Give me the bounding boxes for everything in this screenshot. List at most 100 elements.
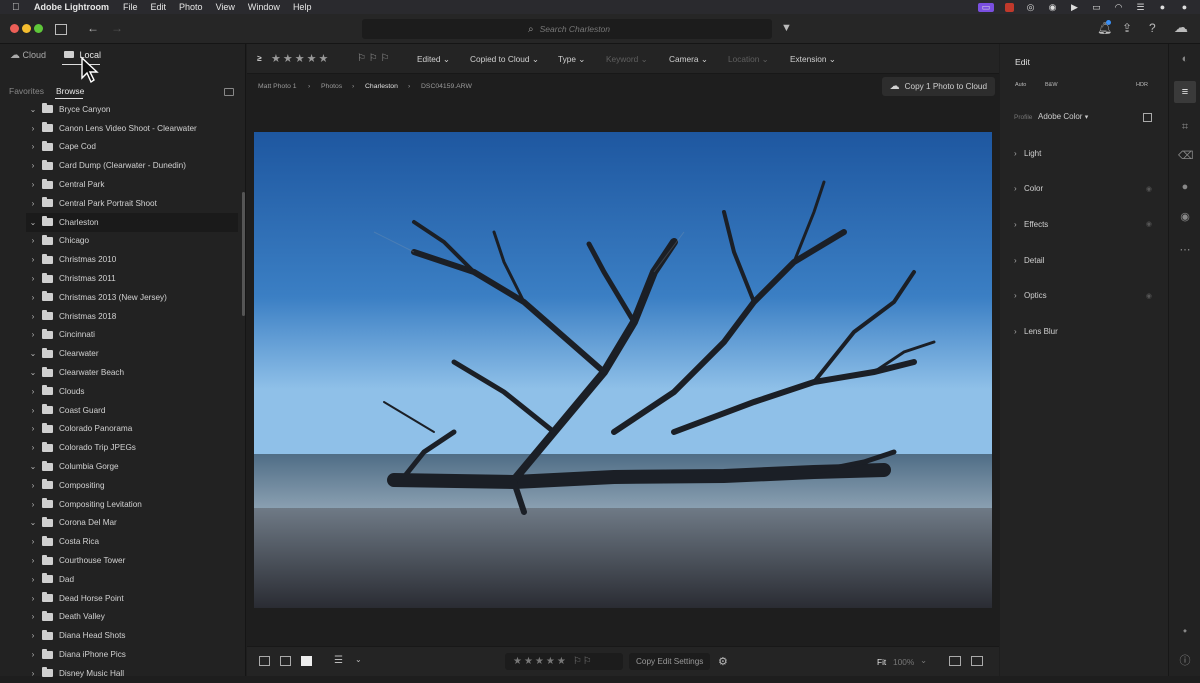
- zoom-level[interactable]: 100%: [893, 657, 914, 667]
- fit-button[interactable]: Fit: [877, 657, 886, 667]
- folder-row[interactable]: › Colorado Trip JPEGs: [26, 438, 238, 457]
- folder-row[interactable]: ⌄ Corona Del Mar: [26, 514, 238, 533]
- folder-row[interactable]: › Chicago: [26, 232, 238, 251]
- folder-row[interactable]: › Central Park Portrait Shoot: [26, 194, 238, 213]
- chevron-right-icon[interactable]: ›: [26, 424, 40, 433]
- filter-dropdown[interactable]: Copied to Cloud ⌄: [470, 54, 539, 64]
- folder-row[interactable]: › Cincinnati: [26, 326, 238, 345]
- cc-icon[interactable]: ◉: [1047, 2, 1058, 12]
- grid-view-icon[interactable]: [259, 656, 270, 666]
- zoom-window-button[interactable]: [34, 24, 43, 33]
- bw-button[interactable]: B&W: [1045, 79, 1058, 90]
- chevron-right-icon[interactable]: ›: [26, 650, 40, 659]
- folder-row[interactable]: › Diana Head Shots: [26, 626, 238, 645]
- hdr-button[interactable]: HDR: [1136, 79, 1148, 90]
- chevron-right-icon[interactable]: ›: [26, 142, 40, 151]
- apple-icon[interactable]: : [12, 2, 24, 13]
- chevron-right-icon[interactable]: ›: [26, 236, 40, 245]
- chevron-right-icon[interactable]: ›: [26, 161, 40, 170]
- visibility-eye-icon[interactable]: ◉: [1146, 220, 1152, 228]
- sort-chevron-icon[interactable]: ⌄: [355, 655, 362, 664]
- compare-icon[interactable]: [971, 656, 983, 666]
- edit-sliders-icon[interactable]: ≡: [1174, 81, 1196, 103]
- rating-filter-stars[interactable]: ★★★★★: [271, 52, 330, 65]
- chevron-right-icon[interactable]: ›: [26, 575, 40, 584]
- sync-icon[interactable]: ◎: [1025, 2, 1036, 12]
- minimize-window-button[interactable]: [22, 24, 31, 33]
- folder-row[interactable]: › Costa Rica: [26, 532, 238, 551]
- folder-row[interactable]: › Christmas 2011: [26, 269, 238, 288]
- info-icon[interactable]: ⓘ: [1178, 654, 1192, 668]
- chevron-right-icon[interactable]: ›: [26, 669, 40, 678]
- search-field[interactable]: ⌕ Search Charleston: [362, 19, 772, 39]
- chevron-right-icon[interactable]: ›: [26, 274, 40, 283]
- folder-row[interactable]: › Christmas 2010: [26, 250, 238, 269]
- chevron-right-icon[interactable]: ›: [26, 594, 40, 603]
- chevron-down-icon[interactable]: ⌄: [26, 105, 40, 114]
- folder-row[interactable]: › Courthouse Tower: [26, 551, 238, 570]
- filter-icon[interactable]: ▼: [781, 22, 792, 34]
- forward-arrow-icon[interactable]: →: [111, 21, 123, 35]
- chevron-right-icon[interactable]: ›: [26, 180, 40, 189]
- folder-row[interactable]: ⌄ Columbia Gorge: [26, 457, 238, 476]
- visibility-eye-icon[interactable]: ◉: [1146, 292, 1152, 300]
- folder-row[interactable]: › Christmas 2018: [26, 307, 238, 326]
- subtab-browse[interactable]: Browse: [56, 86, 84, 96]
- more-icon[interactable]: ⋯: [1178, 243, 1192, 257]
- folder-row[interactable]: › Disney Music Hall: [26, 664, 238, 683]
- rating-operator[interactable]: ≥: [257, 53, 262, 63]
- chevron-down-icon[interactable]: ⌄: [26, 368, 40, 377]
- chevron-right-icon[interactable]: ›: [26, 330, 40, 339]
- chevron-down-icon[interactable]: ⌄: [26, 349, 40, 358]
- chevron-right-icon[interactable]: ›: [26, 312, 40, 321]
- edit-section-effects[interactable]: › Effects ◉: [1014, 217, 1154, 231]
- chevron-right-icon[interactable]: ›: [26, 293, 40, 302]
- edit-section-detail[interactable]: › Detail: [1014, 253, 1154, 267]
- chevron-right-icon[interactable]: ›: [26, 443, 40, 452]
- chevron-right-icon[interactable]: ›: [26, 481, 40, 490]
- breadcrumb-item-current[interactable]: Charleston: [365, 83, 398, 90]
- photo-flag-icons[interactable]: ⚐⚐: [573, 656, 593, 667]
- red-eye-icon[interactable]: ◉: [1178, 210, 1192, 224]
- settings-gear-icon[interactable]: ⚙: [718, 655, 728, 668]
- edit-section-light[interactable]: › Light: [1014, 146, 1154, 160]
- masking-icon[interactable]: ●: [1178, 180, 1192, 194]
- app-name-menu[interactable]: Adobe Lightroom: [34, 2, 109, 12]
- edit-section-color[interactable]: › Color ◉: [1014, 182, 1154, 196]
- screen-record-icon[interactable]: ▭: [978, 2, 994, 12]
- folder-row[interactable]: › Death Valley: [26, 608, 238, 627]
- folder-row[interactable]: › Coast Guard: [26, 401, 238, 420]
- chevron-right-icon[interactable]: ›: [26, 255, 40, 264]
- square-grid-view-icon[interactable]: [280, 656, 291, 666]
- filter-dropdown[interactable]: Type ⌄: [558, 54, 585, 64]
- edit-section-lens-blur[interactable]: › Lens Blur: [1014, 325, 1154, 339]
- battery-icon[interactable]: ▭: [1091, 2, 1102, 12]
- folder-row[interactable]: › Diana iPhone Pics: [26, 645, 238, 664]
- profile-dropdown[interactable]: Adobe Color ▾: [1038, 112, 1088, 121]
- control-center-icon[interactable]: ☰: [1135, 2, 1146, 12]
- healing-brush-icon[interactable]: ⌫: [1178, 149, 1194, 163]
- crop-icon[interactable]: ⌗: [1178, 120, 1192, 134]
- chevron-right-icon[interactable]: ›: [26, 556, 40, 565]
- filter-dropdown[interactable]: Edited ⌄: [417, 54, 450, 64]
- filmstrip-icon[interactable]: [949, 656, 961, 666]
- user-icon[interactable]: ●: [1179, 2, 1190, 12]
- siri-icon[interactable]: ●: [1157, 2, 1168, 12]
- flag-filter-icons[interactable]: ⚐ ⚐ ⚐: [357, 53, 389, 64]
- menu-window[interactable]: Window: [248, 2, 280, 12]
- main-photo[interactable]: [254, 132, 992, 608]
- filter-dropdown[interactable]: Keyword ⌄: [606, 54, 648, 64]
- add-folder-icon[interactable]: [224, 88, 234, 96]
- help-icon[interactable]: ?: [1149, 21, 1156, 35]
- profile-browser-icon[interactable]: [1143, 113, 1152, 122]
- presets-icon[interactable]: ◐: [1178, 52, 1192, 66]
- folder-row[interactable]: ⌄ Clearwater: [26, 344, 238, 363]
- filter-dropdown[interactable]: Location ⌄: [728, 54, 769, 64]
- folder-row[interactable]: › Dad: [26, 570, 238, 589]
- copy-to-cloud-button[interactable]: ☁ Copy 1 Photo to Cloud: [881, 77, 995, 96]
- breadcrumb-item[interactable]: Photos: [321, 83, 342, 90]
- filter-dropdown[interactable]: Camera ⌄: [669, 54, 708, 64]
- visibility-eye-icon[interactable]: ◉: [1146, 185, 1152, 193]
- photo-rating-stars[interactable]: ★★★★★ ⚐⚐: [505, 653, 623, 670]
- menu-edit[interactable]: Edit: [151, 2, 167, 12]
